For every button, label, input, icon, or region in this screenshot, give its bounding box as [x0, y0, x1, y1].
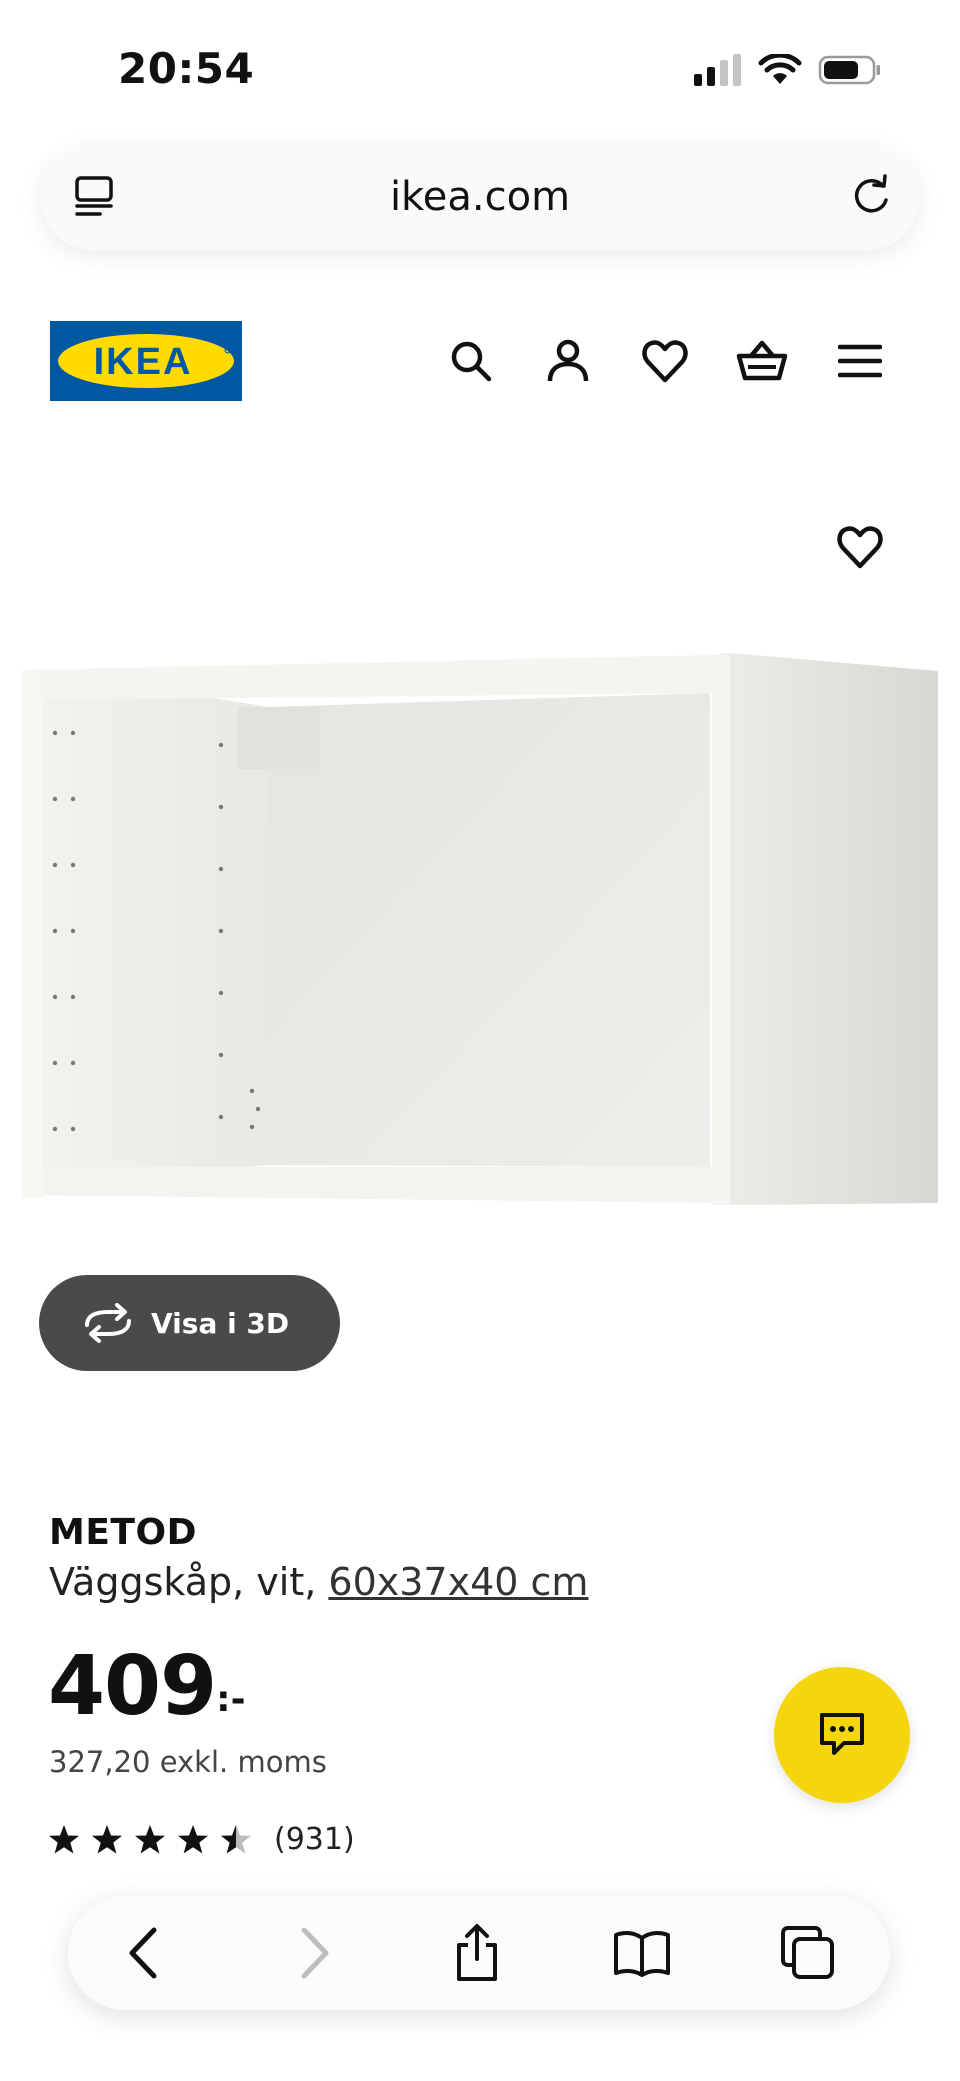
star-icon [178, 1825, 208, 1854]
product-price: 409 :- [48, 1640, 246, 1734]
cellular-signal-icon [694, 54, 741, 86]
ikea-logo[interactable]: IKEA [50, 321, 242, 401]
product-description: Väggskåp, vit, 60x37x40 cm [49, 1560, 588, 1604]
search-icon[interactable] [445, 335, 497, 387]
view-in-3d-label: Visa i 3D [151, 1306, 290, 1340]
product-size-link[interactable]: 60x37x40 cm [328, 1560, 588, 1604]
wifi-icon [758, 54, 802, 84]
svg-text:IKEA: IKEA [94, 341, 193, 383]
product-type: Väggskåp, vit, [49, 1560, 329, 1604]
chat-icon [816, 1711, 868, 1759]
star-icon [49, 1825, 79, 1854]
review-count[interactable]: (931) [274, 1822, 355, 1857]
chat-button[interactable] [774, 1667, 910, 1803]
address-bar[interactable]: ikea.com [40, 144, 920, 250]
forward-icon[interactable] [280, 1919, 348, 1987]
bookmarks-icon[interactable] [608, 1919, 676, 1987]
price-amount: 409 [48, 1639, 217, 1734]
star-icon [92, 1825, 122, 1854]
view-in-3d-button[interactable]: Visa i 3D [39, 1275, 340, 1371]
url-text[interactable]: ikea.com [40, 144, 920, 250]
tabs-icon[interactable] [774, 1919, 842, 1987]
status-time: 20:54 [118, 44, 255, 93]
shopping-basket-icon[interactable] [736, 335, 788, 387]
price-suffix: :- [216, 1679, 246, 1720]
product-name: METOD [49, 1512, 197, 1553]
menu-icon[interactable] [834, 335, 886, 387]
add-to-favorites-button[interactable] [836, 524, 888, 576]
account-icon[interactable] [542, 335, 594, 387]
status-icons [694, 50, 882, 90]
product-rating[interactable]: (931) [48, 1822, 355, 1857]
reload-icon[interactable] [846, 172, 896, 226]
half-star-icon [221, 1825, 251, 1854]
price-excl-vat: 327,20 exkl. moms [49, 1745, 327, 1779]
heart-icon[interactable] [639, 335, 691, 387]
rating-stars [48, 1824, 252, 1855]
star-icon [135, 1825, 165, 1854]
battery-icon [818, 55, 880, 85]
browser-toolbar [68, 1896, 890, 2010]
rotate-3d-icon [81, 1303, 135, 1343]
share-icon[interactable] [443, 1919, 511, 1987]
back-icon[interactable] [110, 1919, 178, 1987]
product-image[interactable] [0, 455, 960, 1270]
